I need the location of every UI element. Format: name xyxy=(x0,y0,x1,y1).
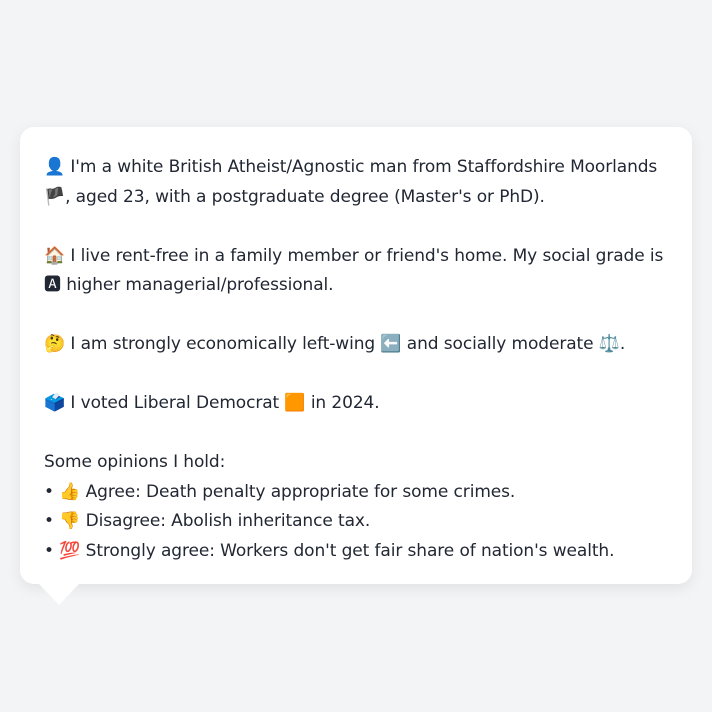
bullet: • xyxy=(44,481,54,502)
housing-text-2: higher managerial/professional. xyxy=(66,275,334,295)
housing-text: I live rent-free in a family member or f… xyxy=(70,245,664,266)
opinion-item: • 💯 Strongly agree: Workers don't get fa… xyxy=(44,537,668,567)
house-icon: 🏠 xyxy=(44,245,66,266)
opinion-text: Agree: Death penalty appropriate for som… xyxy=(85,481,516,502)
opinions-heading: Some opinions I hold: xyxy=(44,452,226,472)
politics-text-1: I am strongly economically left-wing xyxy=(70,334,376,354)
opinion-item: • 👎 Disagree: Abolish inheritance tax. xyxy=(44,507,668,537)
opinion-text: Disagree: Abolish inheritance tax. xyxy=(85,511,371,531)
identity-paragraph: 👤 I'm a white British Atheist/Agnostic m… xyxy=(44,153,668,212)
politics-paragraph: 🤔 I am strongly economically left-wing ⬅… xyxy=(44,330,668,360)
balance-scale-icon: ⚖️ xyxy=(598,334,620,354)
bullet: • xyxy=(44,511,54,531)
bubble-tail xyxy=(38,583,80,605)
thinking-face-icon: 🤔 xyxy=(44,334,66,354)
opinion-item: • 👍 Agree: Death penalty appropriate for… xyxy=(44,478,668,508)
politics-text-3: . xyxy=(619,334,626,354)
opinion-text: Strongly agree: Workers don't get fair s… xyxy=(85,540,615,561)
ballot-box-icon: 🗳️ xyxy=(44,393,66,413)
left-arrow-icon: ⬅️ xyxy=(380,334,402,354)
vote-paragraph: 🗳️ I voted Liberal Democrat 🟧 in 2024. xyxy=(44,389,668,419)
orange-square-icon: 🟧 xyxy=(284,393,306,413)
england-flag-icon: 🏴 xyxy=(44,186,66,207)
housing-paragraph: 🏠 I live rent-free in a family member or… xyxy=(44,242,668,301)
identity-text-2: , aged 23, with a postgraduate degree (M… xyxy=(65,186,545,207)
thumbs-down-icon: 👎 xyxy=(59,511,81,531)
thumbs-up-icon: 👍 xyxy=(59,481,81,502)
letter-a-icon: 🅰 xyxy=(44,275,61,295)
politics-text-2: and socially moderate xyxy=(406,334,594,354)
vote-text-1: I voted Liberal Democrat xyxy=(70,393,280,413)
person-icon: 👤 xyxy=(44,157,66,177)
message-bubble: 👤 I'm a white British Atheist/Agnostic m… xyxy=(20,127,692,584)
opinions-paragraph: Some opinions I hold: • 👍 Agree: Death p… xyxy=(44,448,668,566)
vote-text-2: in 2024. xyxy=(310,393,380,413)
identity-text: I'm a white British Atheist/Agnostic man… xyxy=(70,157,658,177)
bullet: • xyxy=(44,540,54,561)
hundred-points-icon: 💯 xyxy=(59,540,81,561)
